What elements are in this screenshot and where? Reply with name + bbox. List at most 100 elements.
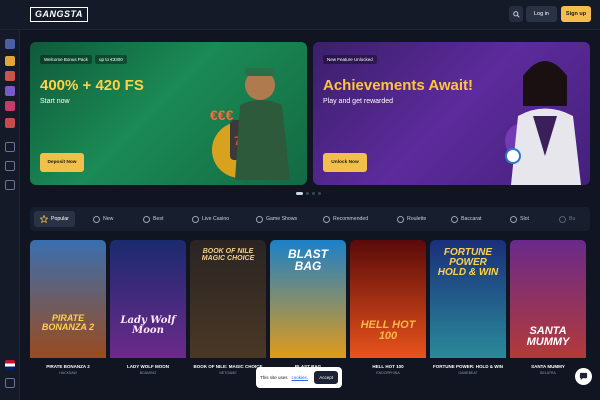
carousel-dot[interactable] [318,192,321,195]
game-thumbnail: Lady Wolf Moon [110,240,186,358]
tab-label: Live Casino [202,216,230,222]
unlock-now-button[interactable]: Unlock Now [323,153,367,172]
tab-game-shows[interactable]: Game Shows [256,211,297,227]
tab-new[interactable]: New [93,211,113,227]
game-thumbnail: PIRATE BONANZA 2 [30,240,106,358]
cards-icon [192,215,199,223]
carousel-dot[interactable] [296,192,303,195]
game-provider: GAMEBEAT [458,371,478,375]
tab-label: Best [153,216,164,222]
tab-label: New [103,216,114,222]
crown-icon [143,215,150,223]
game-thumbnail: SANTA MUMMY [510,240,586,358]
banner-title: 400% + 420 FS [40,77,144,94]
tab-roulette[interactable]: Roulette [397,211,426,227]
tab-label: Slot [520,216,529,222]
accept-cookies-button[interactable]: Accept [314,371,338,384]
game-art-title: HELL HOT 100 [360,319,416,342]
game-card-lady-wolf-moon[interactable]: Lady Wolf Moon LADY WOLF MOON BGAMING [110,240,186,376]
carousel-dot[interactable] [306,192,309,195]
game-art-title: BOOK OF NILE MAGIC CHOICE [201,248,255,262]
top-bar: GANGSTA Log in Sign up [0,0,600,30]
svg-text:€€€: €€€ [210,107,234,123]
deposit-now-button[interactable]: Deposit Now [40,153,84,172]
game-card-pirate-bonanza[interactable]: PIRATE BONANZA 2 PIRATE BONANZA 2 HACKSA… [30,240,106,376]
tab-baccarat[interactable]: Baccarat [451,211,481,227]
banner-chip: up to €3300 [94,55,127,64]
game-art-title: FORTUNE POWER HOLD & WIN [437,247,499,278]
banner-chip: New Feature Unlocked [323,55,377,64]
game-thumbnail: HELL HOT 100 [350,240,426,358]
menu-icon[interactable] [5,39,15,49]
site-logo[interactable]: GANGSTA [30,7,88,22]
sidebar [0,30,20,400]
cookie-banner: This site uses cookies. Accept [256,367,342,388]
game-provider: BGAMING [139,371,157,375]
banner-chips: New Feature Unlocked [323,55,377,64]
vip-icon[interactable] [5,161,15,171]
tab-label: Bu [569,216,576,222]
woman-character-illustration [505,61,581,185]
tab-label: Baccarat [461,216,482,222]
banner-chips: Welcome Bonus Pack up to €3300 [40,55,127,64]
game-provider: HACKSAW [59,371,77,375]
game-provider: ENDORPHINA [376,371,400,375]
game-name: LADY WOLF MOON [127,364,169,369]
tab-bonus[interactable]: Bu [559,211,575,227]
game-thumbnail: FORTUNE POWER HOLD & WIN [430,240,506,358]
game-art-title: SANTA MUMMY [526,325,570,348]
game-art-title: Lady Wolf Moon [120,315,176,336]
promo-icon[interactable] [5,118,15,128]
tab-label: Recommended [333,216,369,222]
signup-button[interactable]: Sign up [561,6,591,22]
settings-icon[interactable] [5,378,15,388]
game-card-santa-mummy[interactable]: SANTA MUMMY SANTA MUMMY BELATRA [510,240,586,376]
search-icon [512,10,520,18]
game-card-fortune-power[interactable]: FORTUNE POWER HOLD & WIN FORTUNE POWER: … [430,240,506,376]
game-card-book-of-nile[interactable]: BOOK OF NILE MAGIC CHOICE BOOK OF NILE: … [190,240,266,376]
game-card-blast-bag[interactable]: BLAST BAG BLAST BAG [270,240,346,376]
chips-icon [451,215,458,223]
bonus-icon [559,215,566,223]
tab-recommended[interactable]: Recommended [323,211,368,227]
game-thumbnail: BOOK OF NILE MAGIC CHOICE [190,240,266,358]
game-card-hell-hot-100[interactable]: HELL HOT 100 HELL HOT 100 ENDORPHINA [350,240,426,376]
tournament-icon[interactable] [5,101,15,111]
slot-icon [510,215,517,223]
thumb-icon [323,215,330,223]
game-name: FORTUNE POWER: HOLD & WIN [433,364,503,369]
game-name: PIRATE BONANZA 2 [46,364,90,369]
promo-banner-welcome[interactable]: Welcome Bonus Pack up to €3300 400% + 42… [30,42,307,185]
help-icon[interactable] [5,180,15,190]
tab-live-casino[interactable]: Live Casino [192,211,229,227]
cookie-policy-link[interactable]: cookies. [292,375,309,380]
game-name: HELL HOT 100 [372,364,404,369]
search-button[interactable] [509,6,523,22]
game-name: BOOK OF NILE: MAGIC CHOICE [193,364,263,369]
gift-icon[interactable] [5,71,15,81]
carousel-dot[interactable] [312,192,315,195]
banner-chip: Welcome Bonus Pack [40,55,92,64]
trophy-icon[interactable] [5,86,15,96]
tab-popular[interactable]: Popular [34,211,75,227]
sports-icon[interactable] [5,142,15,152]
tab-label: Popular [51,216,69,222]
game-art-title: BLAST BAG [288,247,328,273]
tab-best[interactable]: Best [143,211,163,227]
support-chat-button[interactable] [575,368,592,385]
pirate-character-illustration: 777 €€€ [210,68,290,180]
carousel-dots [296,192,321,195]
game-art-title: PIRATE BONANZA 2 [41,313,95,332]
banner-subtitle: Start now [40,98,70,105]
promo-banner-achievements[interactable]: New Feature Unlocked Achievements Await!… [313,42,590,185]
star-icon [40,215,48,223]
tab-slot[interactable]: Slot [510,211,529,227]
tab-label: Roulette [407,216,427,222]
roulette-icon [397,215,404,223]
category-tabs: Popular New Best Live Casino Game Shows … [30,207,590,231]
banner-subtitle: Play and get rewarded [323,98,394,105]
game-name: SANTA MUMMY [531,364,565,369]
login-button[interactable]: Log in [526,6,557,22]
crown-icon[interactable] [5,56,15,66]
language-flag-icon[interactable] [5,360,15,370]
